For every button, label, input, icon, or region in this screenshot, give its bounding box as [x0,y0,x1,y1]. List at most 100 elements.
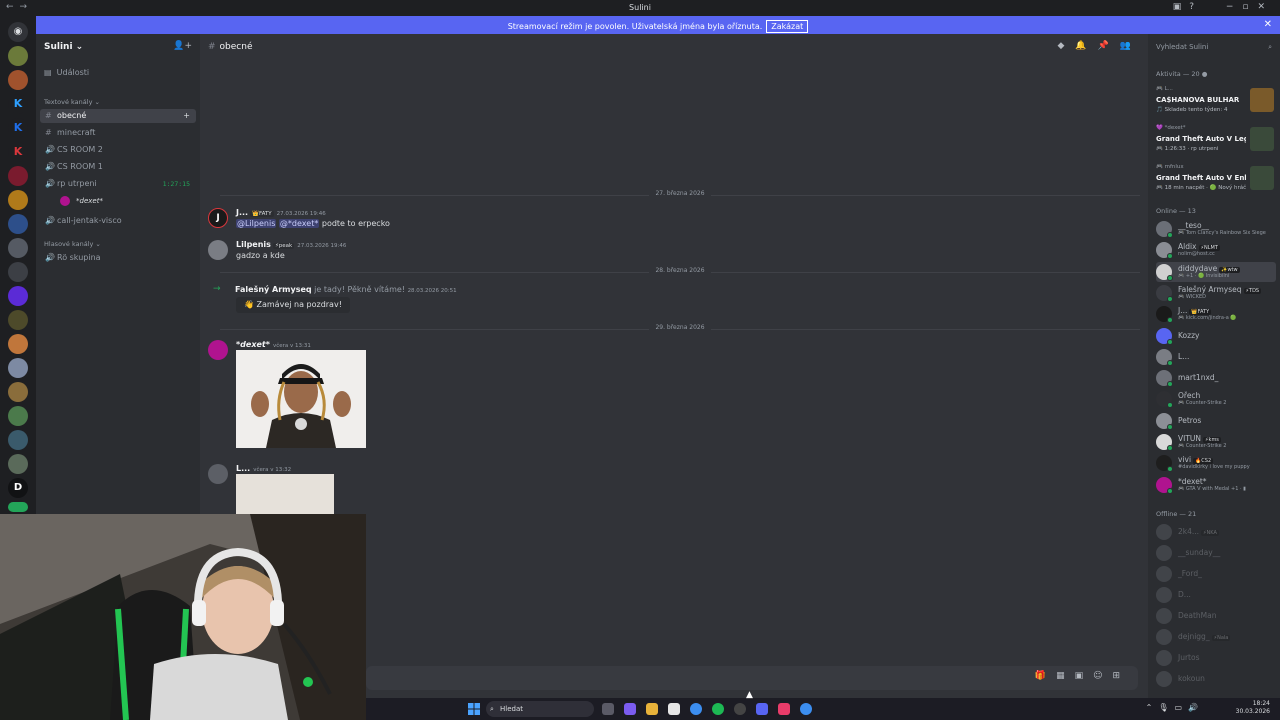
member-item[interactable]: dejnigg_ ⚡Nala [1156,627,1276,647]
server-icon[interactable] [8,262,28,282]
image-attachment[interactable] [236,350,366,448]
chrome-icon[interactable] [800,703,812,715]
windows-start-icon[interactable] [468,703,480,715]
channel-cs-room-1[interactable]: 🔊 CS ROOM 1 [40,160,196,174]
server-icon[interactable] [8,70,28,90]
member-item[interactable]: vivi 🔥CS2 #davidkirky i love my puppy [1156,453,1276,473]
avatar[interactable] [208,464,228,484]
avatar[interactable] [208,340,228,360]
activity-card[interactable]: 🎮 mfnlux Grand Theft Auto V Enhan... 🎮 1… [1152,164,1276,198]
store-icon[interactable] [668,703,680,715]
server-icon[interactable] [8,430,28,450]
member-item[interactable]: mart1nxd_ [1156,368,1276,388]
guild-name[interactable]: Sulini ⌄ [44,42,83,52]
server-icon[interactable] [8,286,28,306]
channel-ro-skupina[interactable]: 🔊 Rö skupina [40,251,196,265]
server-icon[interactable]: K [8,118,28,138]
server-icon[interactable] [8,406,28,426]
member-item[interactable]: J... 👑FATY 🎮 kick.com/jindra-a 🟢 [1156,304,1276,324]
server-icon[interactable]: K [8,142,28,162]
message-input[interactable]: 🎁▦▣☺⊞ [366,666,1138,690]
member-item[interactable]: Jurtos [1156,648,1276,668]
author-name[interactable]: *dexet* [236,340,270,349]
header-icons[interactable]: ◆🔔📌👥 [1057,41,1142,51]
banner-close-icon[interactable]: ✕ [1264,19,1272,30]
search-input[interactable]: Vyhledat Sulini ⌕ [1152,40,1276,54]
activity-card[interactable]: 🎮 L... CA$HANOVA BULHAR 🎵 Skladeb tento … [1152,86,1276,120]
server-icon[interactable] [8,382,28,402]
channel-cs-room-2[interactable]: 🔊 CS ROOM 2 [40,143,196,157]
input-icons[interactable]: 🎁▦▣☺⊞ [1035,671,1130,681]
timestamp: 27.03.2026 19:46 [297,243,347,249]
member-item[interactable]: __sunday__ [1156,543,1276,563]
file-explorer-icon[interactable] [646,703,658,715]
task-view-icon[interactable] [602,703,614,715]
spotify-icon[interactable] [712,703,724,715]
channel-obecne[interactable]: # obecné + [40,109,196,123]
member-list: Vyhledat Sulini ⌕ Aktivita — 20 ● 🎮 L... … [1148,34,1280,698]
wave-button[interactable]: 👋 Zamávej na pozdrav! [236,297,350,313]
member-item[interactable]: Ořech 🎮 Counter-Strike 2 [1156,389,1276,409]
channel-call-jentak-visco[interactable]: 🔊 call-jentak-visco [40,214,196,228]
discord-icon[interactable] [756,703,768,715]
server-icon[interactable] [8,166,28,186]
create-invite-icon[interactable]: + [183,109,190,123]
image-attachment[interactable] [236,474,334,514]
author-name[interactable]: J... [236,208,248,217]
member-name: kokoun [1178,674,1205,683]
chrome-icon[interactable] [690,703,702,715]
member-item[interactable]: __teso__ 🎮 Tom Clancy's Rainbow Six Siege [1156,219,1276,239]
mention[interactable]: @*dexet* [278,219,320,228]
discord-home-icon[interactable]: ◉ [8,22,28,42]
app-icon[interactable] [778,703,790,715]
member-item[interactable]: L... [1156,347,1276,367]
joined-user[interactable]: Falešný Armyseq [235,285,312,294]
channel-rp-utrpeni[interactable]: 🔊 rp utrpeni 1:27:15 [40,177,196,191]
member-item[interactable]: Petros [1156,411,1276,431]
activity-card[interactable]: 💜 *dexet* Grand Theft Auto V Legacy 🎮 1:… [1152,125,1276,159]
member-item[interactable]: _Ford_ [1156,564,1276,584]
events-link[interactable]: ▤ Události [44,68,89,77]
clock[interactable]: 18:24 30.03.2026 [1236,700,1270,716]
obs-icon[interactable] [734,703,746,715]
window-controls[interactable]: −▫✕ [1226,2,1274,12]
server-icon[interactable] [8,334,28,354]
server-icon[interactable] [8,190,28,210]
disable-button[interactable]: Zakázat [766,20,809,33]
system-tray[interactable]: ⌃🎙▭🔊 [1146,703,1204,712]
mention[interactable]: @Lilpenis [236,219,277,228]
voice-user[interactable]: *dexet* [60,196,103,206]
server-icon[interactable] [8,310,28,330]
member-item[interactable]: *dexet* 🎮 GTA V with Medal +1 · ▮ [1156,475,1276,495]
avatar[interactable]: J [208,208,228,228]
invite-icon[interactable]: 👤+ [173,41,192,51]
server-icon[interactable] [8,214,28,234]
channel-label: CS ROOM 2 [57,145,103,154]
member-item[interactable]: diddydave ✨wtw 🎮 +1 · 🟢 Invisibilní [1156,261,1276,282]
server-icon[interactable]: K [8,94,28,114]
member-item[interactable]: Aldix ⚡NLMT nolim@host.cc [1156,240,1276,260]
avatar[interactable] [208,240,228,260]
server-icon[interactable] [8,454,28,474]
server-icon[interactable]: D [8,478,28,498]
member-item[interactable]: DeathMan [1156,606,1276,626]
member-item[interactable]: Falešný Armyseq ⚡TDS 🎮 WICKED [1156,283,1276,303]
window-title: Sulini [629,3,651,12]
member-item[interactable]: VITUN ⚡kms 🎮 Counter-Strike 2 [1156,432,1276,452]
copilot-icon[interactable] [624,703,636,715]
member-item[interactable]: kokoun [1156,669,1276,689]
author-name[interactable]: L... [236,464,250,473]
server-icon[interactable] [8,238,28,258]
member-item[interactable]: Kozzy [1156,326,1276,346]
taskbar-search[interactable]: ⌕ Hledat [486,701,594,717]
text-channels-category[interactable]: Textové kanály ⌄ [44,98,100,106]
member-item[interactable]: 2k4... ⚡NKA [1156,522,1276,542]
member-item[interactable]: D... [1156,585,1276,605]
server-icon[interactable] [8,46,28,66]
server-icon[interactable] [8,502,28,512]
inbox-help-icons[interactable]: ▣? [1173,2,1202,12]
voice-channels-category[interactable]: Hlasové kanály ⌄ [44,240,101,248]
server-icon[interactable] [8,358,28,378]
channel-minecraft[interactable]: # minecraft [40,126,196,140]
author-name[interactable]: Lilpenis [236,240,271,249]
